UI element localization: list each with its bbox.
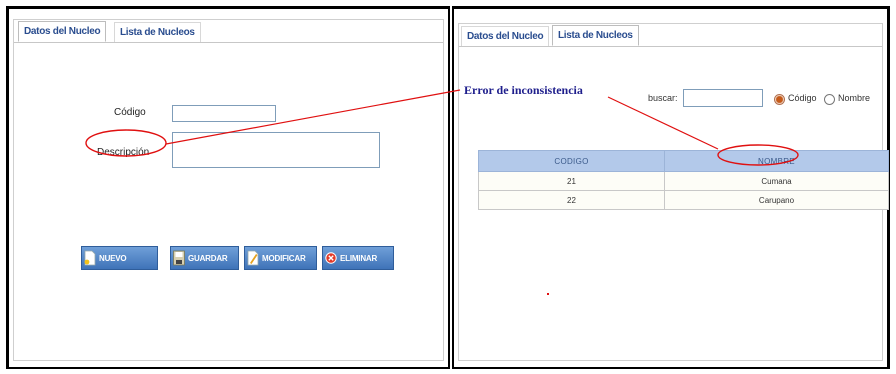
eliminar-button-label: ELIMINAR (340, 253, 378, 263)
nucleo-list-panel: Datos del Nucleo Lista de Nucleos Error … (452, 6, 890, 369)
cell-nombre: Cumana (664, 171, 889, 191)
tab-lista-de-nucleos[interactable]: Lista de Nucleos (114, 22, 201, 42)
table-row[interactable]: 21 Cumana (478, 171, 889, 191)
nuevo-button[interactable]: NUEVO (81, 246, 158, 270)
column-header-nombre[interactable]: NOMBRE (664, 150, 889, 172)
annotation-error-label: Error de inconsistencia (464, 83, 583, 97)
cell-nombre: Carupano (664, 190, 889, 210)
eliminar-button[interactable]: ELIMINAR (322, 246, 394, 270)
tab-lista-de-nucleos-right[interactable]: Lista de Nucleos (552, 25, 639, 46)
radio-codigo-label: Código (788, 93, 817, 103)
nuevo-button-label: NUEVO (99, 253, 127, 263)
tab-bar-right: Datos del Nucleo Lista de Nucleos (459, 24, 882, 47)
cell-codigo: 21 (478, 171, 665, 191)
delete-icon (325, 250, 337, 266)
edit-icon (247, 250, 259, 266)
modificar-button[interactable]: MODIFICAR (244, 246, 317, 270)
table-header-row: CODIGO NOMBRE (478, 150, 889, 172)
table-row[interactable]: 22 Carupano (478, 190, 889, 210)
modificar-button-label: MODIFICAR (262, 253, 306, 263)
new-document-icon (84, 250, 96, 266)
guardar-button[interactable]: GUARDAR (170, 246, 239, 270)
radio-nombre[interactable] (824, 94, 835, 105)
codigo-input[interactable] (172, 105, 276, 122)
codigo-label: Código (114, 107, 146, 118)
save-icon (173, 250, 185, 266)
search-input[interactable] (683, 89, 763, 107)
tab-bar: Datos del Nucleo Lista de Nucleos (14, 20, 443, 43)
guardar-button-label: GUARDAR (188, 253, 228, 263)
radio-codigo[interactable] (774, 94, 785, 105)
descripcion-input[interactable] (172, 132, 380, 168)
screenshot-canvas: Datos del Nucleo Lista de Nucleos Código… (0, 0, 896, 374)
tab-datos-del-nucleo[interactable]: Datos del Nucleo (18, 21, 107, 42)
search-label: buscar: (648, 93, 678, 103)
cell-codigo: 22 (478, 190, 665, 210)
descripcion-label: Descripción (97, 147, 150, 158)
form-frame: Datos del Nucleo Lista de Nucleos Código… (13, 19, 444, 361)
radio-nombre-label: Nombre (838, 93, 871, 103)
nucleos-table: CODIGO NOMBRE 21 Cumana 22 Carupano (478, 150, 889, 210)
column-header-codigo[interactable]: CODIGO (478, 150, 665, 172)
tab-datos-del-nucleo-right[interactable]: Datos del Nucleo (461, 26, 550, 46)
nucleo-form-panel: Datos del Nucleo Lista de Nucleos Código… (6, 6, 450, 369)
